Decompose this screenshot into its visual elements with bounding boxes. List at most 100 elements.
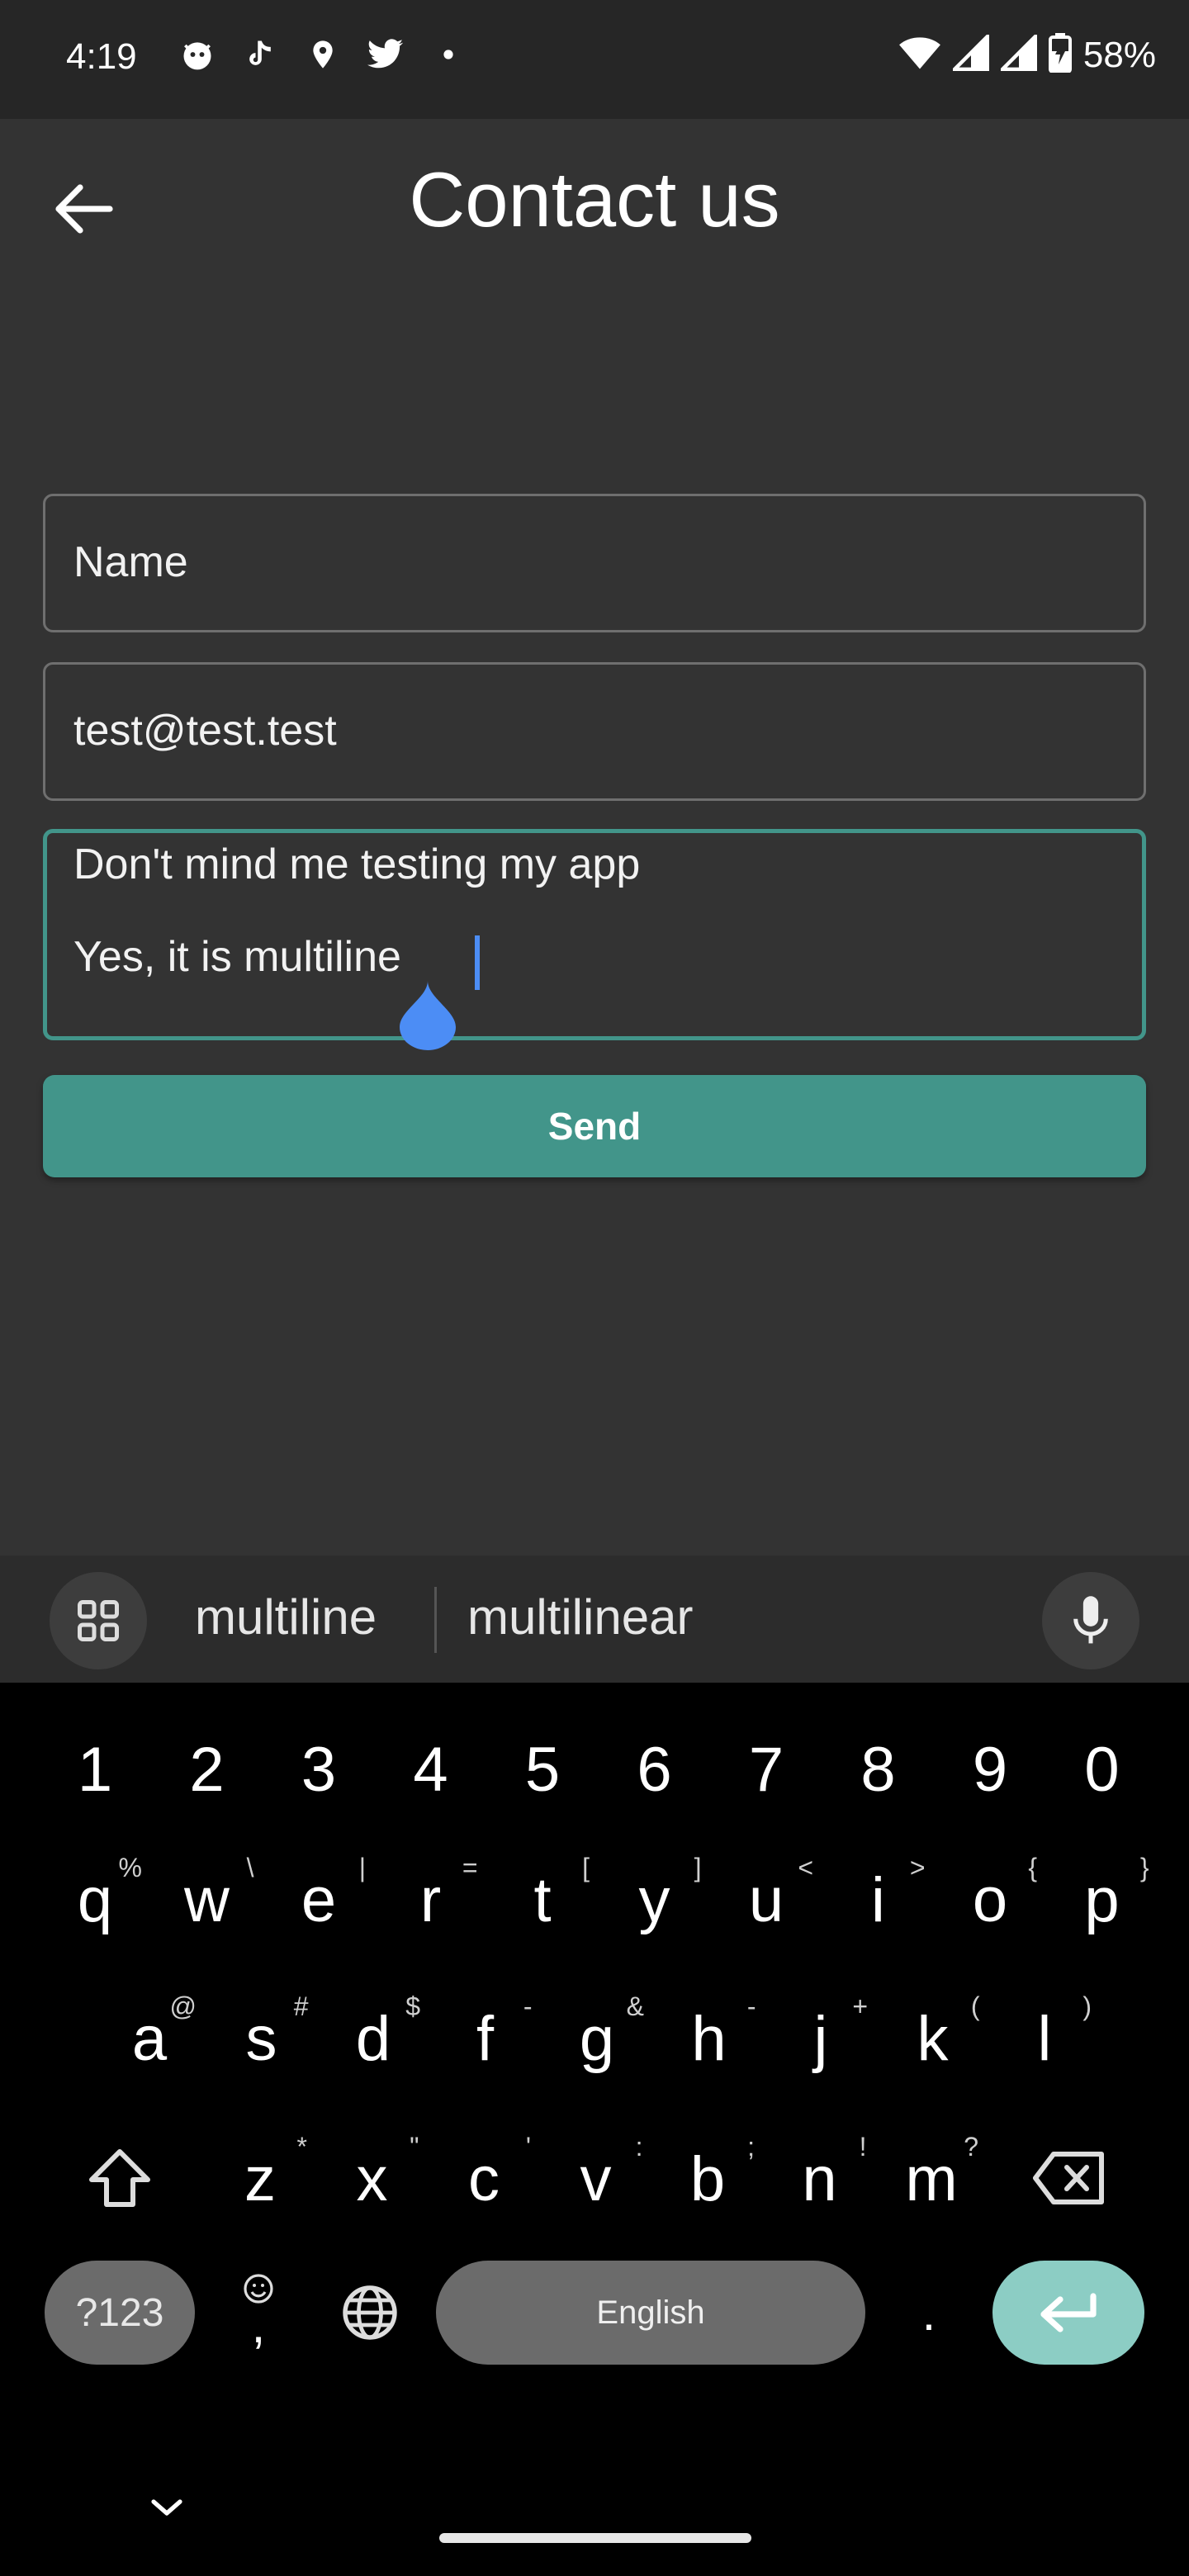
key-hint: ( (970, 1991, 980, 2021)
key-w[interactable]: w \ (152, 1846, 263, 1953)
key-label: o (972, 1864, 1008, 1935)
key-d[interactable]: d $ (318, 1985, 429, 2092)
key-hint: [ (582, 1853, 590, 1882)
backspace-key[interactable] (1024, 2129, 1115, 2228)
notification-icons (178, 35, 468, 74)
globe-icon (343, 2285, 397, 2340)
key-6[interactable]: 6 (599, 1716, 710, 1823)
key-hint: ] (694, 1853, 702, 1882)
key-hint: $ (405, 1991, 420, 2021)
key-label: e (301, 1864, 337, 1935)
key-2[interactable]: 2 (152, 1716, 263, 1823)
key-q[interactable]: q% (40, 1846, 150, 1953)
key-label: 8 (860, 1734, 896, 1805)
key-label: l (1037, 2003, 1052, 2074)
key-u[interactable]: u < (711, 1846, 822, 1953)
key-z[interactable]: z * (205, 2125, 315, 2233)
key-0[interactable]: 0 (1047, 1716, 1158, 1823)
dot-icon (429, 35, 468, 74)
suggestion-1[interactable]: multiline (195, 1589, 377, 1646)
key-n[interactable]: n! (765, 2125, 875, 2233)
key-i[interactable]: i > (823, 1846, 934, 1953)
suggestion-2[interactable]: multilinear (467, 1589, 693, 1646)
key-hint: @ (169, 1991, 197, 2021)
key-1[interactable]: 1 (40, 1716, 150, 1823)
keyboard-menu-button[interactable] (50, 1572, 147, 1669)
key-label: h (691, 2003, 727, 2074)
key-label: r (419, 1864, 442, 1935)
message-line-1: Don't mind me testing my app (73, 841, 641, 888)
key-9[interactable]: 9 (935, 1716, 1045, 1823)
key-hint: ) (1082, 1991, 1092, 2021)
key-r[interactable]: r = (376, 1846, 486, 1953)
key-hint: \ (246, 1853, 254, 1882)
key-7[interactable]: 7 (711, 1716, 822, 1823)
symbols-key[interactable]: ?123 (45, 2261, 195, 2365)
apps-grid-icon (78, 1600, 119, 1641)
hide-keyboard-button[interactable] (142, 2487, 192, 2528)
key-label: 5 (524, 1734, 561, 1805)
key-label: v (580, 2143, 612, 2214)
name-field[interactable]: Name (43, 494, 1146, 632)
text-cursor (475, 935, 480, 990)
key-hint: < (798, 1853, 813, 1882)
shift-key[interactable] (74, 2129, 165, 2228)
key-l[interactable]: l) (989, 1985, 1100, 2092)
name-placeholder: Name (73, 538, 188, 586)
status-time: 4:19 (66, 36, 137, 77)
period-key[interactable]: . (892, 2261, 966, 2365)
key-f[interactable]: f- (430, 1985, 541, 2092)
key-label: 7 (748, 1734, 784, 1805)
key-hint: : (635, 2132, 643, 2162)
key-label: i (871, 1864, 885, 1935)
key-hint: + (852, 1991, 868, 2021)
key-c[interactable]: c ' (429, 2125, 539, 2233)
key-label: y (638, 1864, 670, 1935)
key-b[interactable]: b; (652, 2125, 763, 2233)
key-e[interactable]: e | (263, 1846, 374, 1953)
key-m[interactable]: m? (876, 2125, 987, 2233)
message-field[interactable]: Don't mind me testing my app Yes, it is … (43, 829, 1146, 1040)
key-hint: ' (525, 2132, 531, 2162)
key-hint: & (626, 1991, 644, 2021)
email-value: test@test.test (73, 707, 337, 755)
key-s[interactable]: s # (206, 1985, 317, 2092)
key-label: 0 (1084, 1734, 1120, 1805)
key-5[interactable]: 5 (487, 1716, 598, 1823)
language-key[interactable] (329, 2261, 411, 2365)
key-3[interactable]: 3 (263, 1716, 374, 1823)
space-key[interactable]: English (436, 2261, 865, 2365)
key-label: f (476, 2003, 495, 2074)
key-k[interactable]: k( (878, 1985, 988, 2092)
key-4[interactable]: 4 (376, 1716, 486, 1823)
twitter-icon (366, 35, 405, 74)
key-h[interactable]: h- (654, 1985, 765, 2092)
key-label: d (355, 2003, 391, 2074)
battery-charging-icon (1048, 33, 1072, 77)
key-hint: - (746, 1991, 756, 2021)
key-y[interactable]: y] (599, 1846, 710, 1953)
key-label: 2 (189, 1734, 225, 1805)
key-o[interactable]: o{ (935, 1846, 1045, 1953)
key-g[interactable]: g & (542, 1985, 652, 2092)
key-label: n (802, 2143, 837, 2214)
key-a[interactable]: a @ (94, 1985, 205, 2092)
key-x[interactable]: x " (317, 2125, 428, 2233)
key-label: 1 (77, 1734, 113, 1805)
key-8[interactable]: 8 (823, 1716, 934, 1823)
cursor-handle[interactable] (395, 981, 461, 1050)
chevron-down-icon (151, 2499, 182, 2516)
email-field[interactable]: test@test.test (43, 662, 1146, 801)
emoji-comma-key[interactable]: , (221, 2261, 296, 2365)
tiktok-icon (240, 35, 280, 74)
key-p[interactable]: p} (1047, 1846, 1158, 1953)
send-button[interactable]: Send (43, 1075, 1146, 1177)
key-v[interactable]: v: (541, 2125, 651, 2233)
keyboard-suggestion-bar: multiline multilinear (0, 1556, 1189, 1683)
key-t[interactable]: t[ (487, 1846, 598, 1953)
gesture-navigation-handle[interactable] (439, 2533, 751, 2543)
key-j[interactable]: j + (765, 1985, 876, 2092)
voice-input-button[interactable] (1042, 1572, 1139, 1669)
key-hint: * (296, 2132, 307, 2162)
enter-key[interactable] (992, 2261, 1144, 2365)
